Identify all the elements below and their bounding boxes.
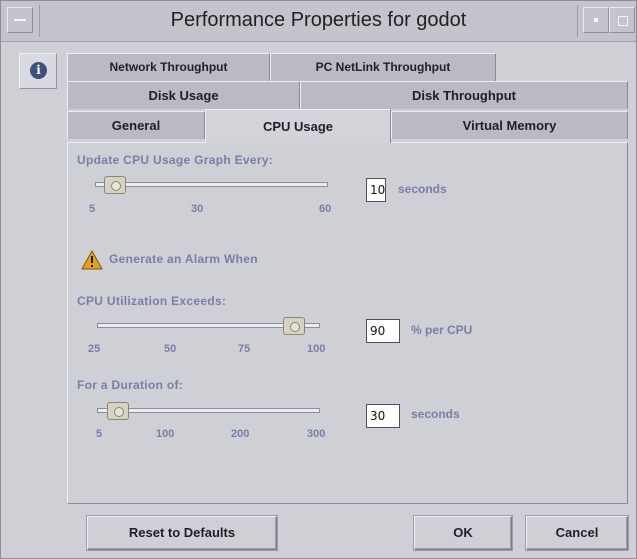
- cpu-utilization-field[interactable]: 90: [366, 319, 400, 343]
- maximize-button[interactable]: [609, 7, 635, 33]
- cpu-utilization-slider-thumb[interactable]: [283, 317, 305, 335]
- minimize-button[interactable]: [583, 7, 609, 33]
- title-separator: [577, 5, 578, 37]
- info-icon: i: [30, 62, 47, 79]
- duration-tick-200: 200: [231, 428, 250, 440]
- tab-pc-netlink-throughput[interactable]: PC NetLink Throughput: [270, 53, 496, 81]
- warning-icon: [81, 250, 103, 270]
- alarm-heading: Generate an Alarm When: [109, 252, 258, 266]
- window-title: Performance Properties for godot: [170, 9, 467, 31]
- duration-unit: seconds: [411, 407, 460, 421]
- update-tick-60: 60: [319, 203, 332, 215]
- duration-tick-300: 300: [307, 428, 326, 440]
- update-interval-field[interactable]: 10: [366, 178, 386, 202]
- cpu-utilization-unit: % per CPU: [411, 323, 473, 337]
- cpu-tick-50: 50: [164, 343, 177, 355]
- title-bar: Performance Properties for godot: [1, 1, 636, 42]
- ok-button[interactable]: OK: [414, 516, 512, 550]
- tab-network-throughput[interactable]: Network Throughput: [67, 53, 270, 81]
- update-interval-label: Update CPU Usage Graph Every:: [77, 153, 274, 167]
- minimize-icon: [594, 18, 598, 22]
- tab-cpu-usage[interactable]: CPU Usage: [205, 109, 391, 143]
- update-interval-track[interactable]: [95, 182, 328, 187]
- duration-track[interactable]: [97, 408, 320, 413]
- duration-label: For a Duration of:: [77, 378, 184, 392]
- properties-window: Performance Properties for godot i Netwo…: [0, 0, 637, 559]
- cpu-tick-100: 100: [307, 343, 326, 355]
- duration-tick-5: 5: [96, 428, 103, 440]
- tab-disk-usage[interactable]: Disk Usage: [67, 81, 300, 109]
- tab-virtual-memory[interactable]: Virtual Memory: [391, 111, 628, 139]
- cancel-button[interactable]: Cancel: [526, 516, 628, 550]
- duration-tick-100: 100: [156, 428, 175, 440]
- maximize-icon: [618, 16, 628, 26]
- tab-disk-throughput[interactable]: Disk Throughput: [300, 81, 628, 109]
- update-tick-30: 30: [191, 203, 204, 215]
- cpu-utilization-label: CPU Utilization Exceeds:: [77, 294, 227, 308]
- tab-general[interactable]: General: [67, 111, 205, 139]
- cpu-tick-75: 75: [238, 343, 251, 355]
- info-button[interactable]: i: [19, 53, 57, 89]
- update-interval-slider-thumb[interactable]: [104, 176, 126, 194]
- cpu-tick-25: 25: [88, 343, 101, 355]
- reset-to-defaults-button[interactable]: Reset to Defaults: [87, 516, 277, 550]
- duration-slider-thumb[interactable]: [107, 402, 129, 420]
- update-tick-5: 5: [89, 203, 96, 215]
- duration-field[interactable]: 30: [366, 404, 400, 428]
- update-interval-unit: seconds: [398, 182, 447, 196]
